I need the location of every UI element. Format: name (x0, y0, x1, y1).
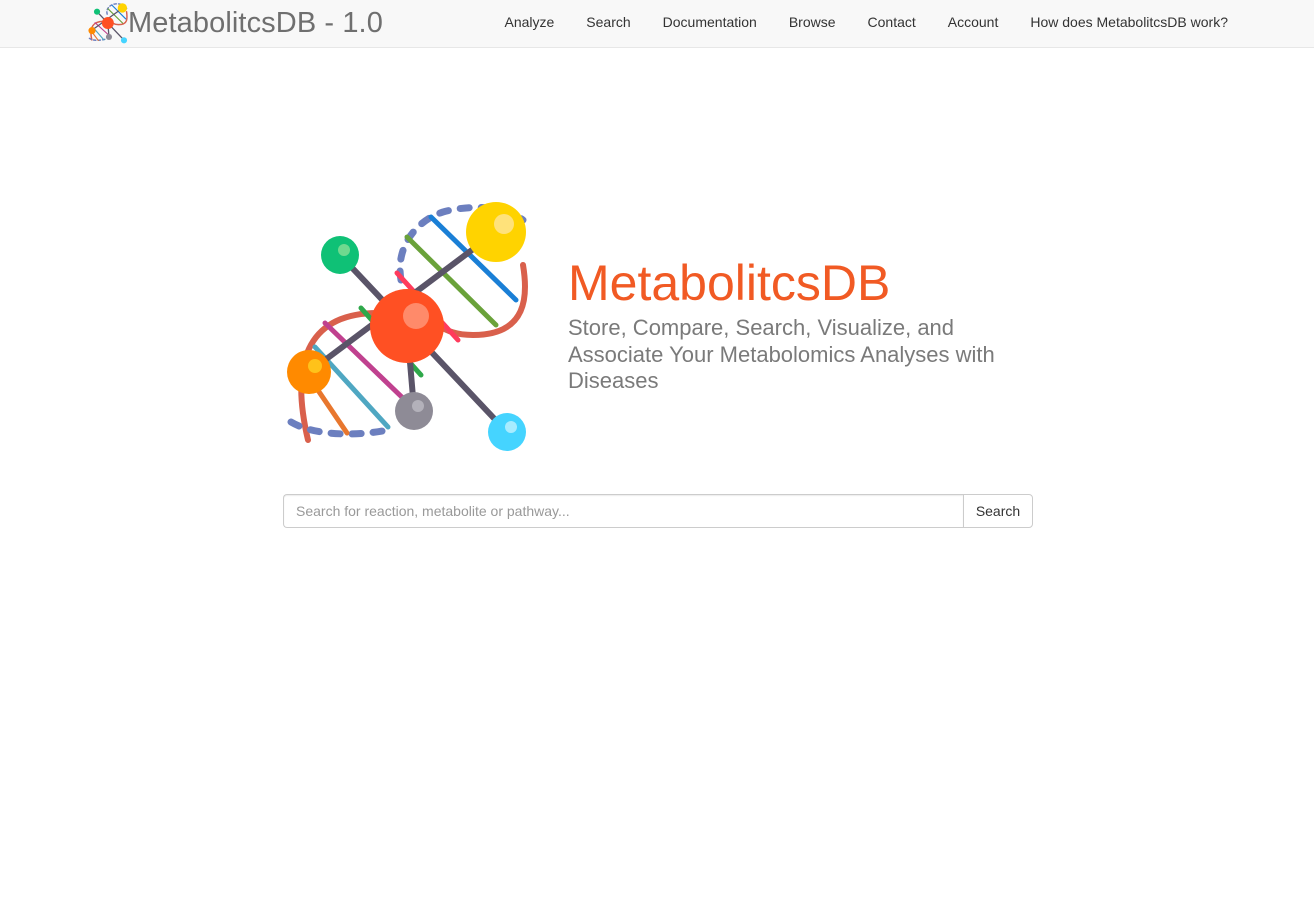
nav-link-documentation[interactable]: Documentation (647, 0, 773, 44)
hero: MetabolitcsDB Store, Compare, Search, Vi… (283, 195, 1033, 455)
nav-links: Analyze Search Documentation Browse Cont… (488, 0, 1244, 44)
nav-link-contact[interactable]: Contact (852, 0, 932, 44)
brand-title: MetabolitcsDB - 1.0 (128, 7, 383, 39)
nav-link-search[interactable]: Search (570, 0, 646, 44)
dna-molecule-logo-icon (88, 3, 128, 44)
hero-tagline: Store, Compare, Search, Visualize, and A… (568, 315, 995, 393)
hero-title: MetabolitcsDB (568, 255, 891, 311)
nav-link-how-it-works[interactable]: How does MetabolitcsDB work? (1014, 0, 1244, 44)
brand-link[interactable]: MetabolitcsDB - 1.0 (87, 2, 383, 44)
search-button[interactable]: Search (963, 494, 1033, 528)
nav-link-browse[interactable]: Browse (773, 0, 852, 44)
nav-link-account[interactable]: Account (932, 0, 1015, 44)
search-bar: Search (283, 494, 1033, 528)
nav-link-analyze[interactable]: Analyze (488, 0, 570, 44)
dna-molecule-illustration-icon (287, 202, 529, 451)
navbar: MetabolitcsDB - 1.0 Analyze Search Docum… (0, 0, 1314, 48)
search-input[interactable] (283, 494, 963, 528)
